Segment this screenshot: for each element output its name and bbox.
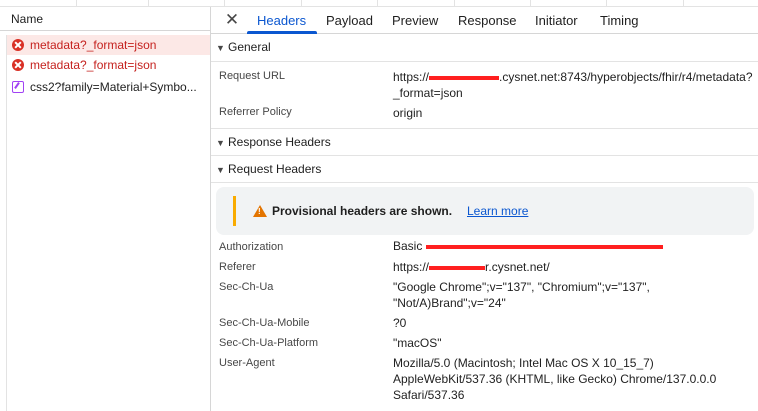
referer-prefix: https:// [393,260,430,274]
active-tab-indicator [247,31,317,34]
name-column-header[interactable]: Name [0,7,210,31]
url-prefix: https:// [393,70,430,84]
section-divider [211,61,758,62]
header-value: "Google Chrome";v="137", "Chromium";v="1… [393,280,650,310]
header-value: origin [393,106,423,120]
referer-suffix: r.cysnet.net/ [485,260,550,274]
collapse-triangle-icon: ▼ [216,165,225,175]
timeline-gridline [683,0,684,7]
learn-more-link[interactable]: Learn more [467,204,528,218]
header-value: Mozilla/5.0 (Macintosh; Intel Mac OS X 1… [393,356,717,402]
timeline-gridline [606,0,607,7]
details-tabbar: ✕ Headers Payload Preview Response Initi… [211,7,758,34]
section-title: Request Headers [228,162,322,176]
error-icon [12,59,24,71]
collapse-triangle-icon: ▼ [216,138,225,148]
authorization-value: Basic [393,238,755,254]
close-icon[interactable]: ✕ [222,9,242,31]
request-name: css2?family=Material+Symbo... [30,80,197,94]
timeline-gridline [377,0,378,7]
section-divider [211,128,758,129]
section-divider [211,182,758,183]
warning-accent-bar [233,196,236,226]
request-row-css2[interactable]: css2?family=Material+Symbo... [7,77,210,97]
redaction-mark [425,244,663,249]
response-headers-section-header[interactable]: ▼ Response Headers [211,130,758,155]
referer-value: https:// r.cysnet.net/ [393,259,755,275]
tab-initiator[interactable]: Initiator [535,7,578,34]
header-key: Sec-Ch-Ua [219,281,274,293]
timeline-gridline [454,0,455,7]
redaction-mark [429,265,486,270]
header-key: Referrer Policy [219,106,292,118]
timeline-gridline [224,0,225,7]
request-name: metadata?_format=json [30,38,157,52]
request-details: ✕ Headers Payload Preview Response Initi… [211,7,758,411]
header-key: Sec-Ch-Ua-Platform [219,337,319,349]
provisional-headers-warning: Provisional headers are shown. Learn mor… [216,187,754,235]
request-name: metadata?_format=json [30,58,157,72]
warning-icon [253,205,267,217]
header-value: "macOS" [393,336,442,350]
header-key: User-Agent [219,357,275,369]
request-row-metadata-2[interactable]: metadata?_format=json [7,55,210,75]
header-value: ?0 [393,316,407,330]
error-icon [12,39,24,51]
header-key: Request URL [219,70,286,82]
tab-response[interactable]: Response [458,7,517,34]
timeline-gridline [530,0,531,7]
tab-payload[interactable]: Payload [326,7,373,34]
redaction-mark [429,75,500,80]
request-headers-section-header[interactable]: ▼ Request Headers [211,157,758,182]
stylesheet-icon [12,81,24,93]
request-list: Name metadata?_format=json metadata?_for… [0,7,211,411]
tab-timing[interactable]: Timing [600,7,639,34]
timeline-gridline [148,0,149,7]
header-key: Authorization [219,241,284,253]
timeline-overview [0,0,758,7]
auth-scheme: Basic [393,239,426,253]
general-section-header[interactable]: ▼ General [211,35,758,60]
tab-preview[interactable]: Preview [392,7,438,34]
url-suffix: .cysnet.net:8743/hyperobjects/fhir/r4/me… [393,70,753,100]
collapse-triangle-icon: ▼ [216,43,225,53]
section-title: General [228,40,271,54]
tab-headers[interactable]: Headers [257,7,306,34]
section-title: Response Headers [228,135,331,149]
header-key: Referer [219,261,256,273]
section-divider [211,155,758,156]
timeline-gridline [301,0,302,7]
warning-text: Provisional headers are shown. [272,204,453,218]
header-key: Sec-Ch-Ua-Mobile [219,317,310,329]
timeline-gridline [76,0,77,7]
request-row-metadata-1[interactable]: metadata?_format=json [7,35,210,55]
request-url-value: https://.cysnet.net:8743/hyperobjects/fh… [393,69,755,101]
